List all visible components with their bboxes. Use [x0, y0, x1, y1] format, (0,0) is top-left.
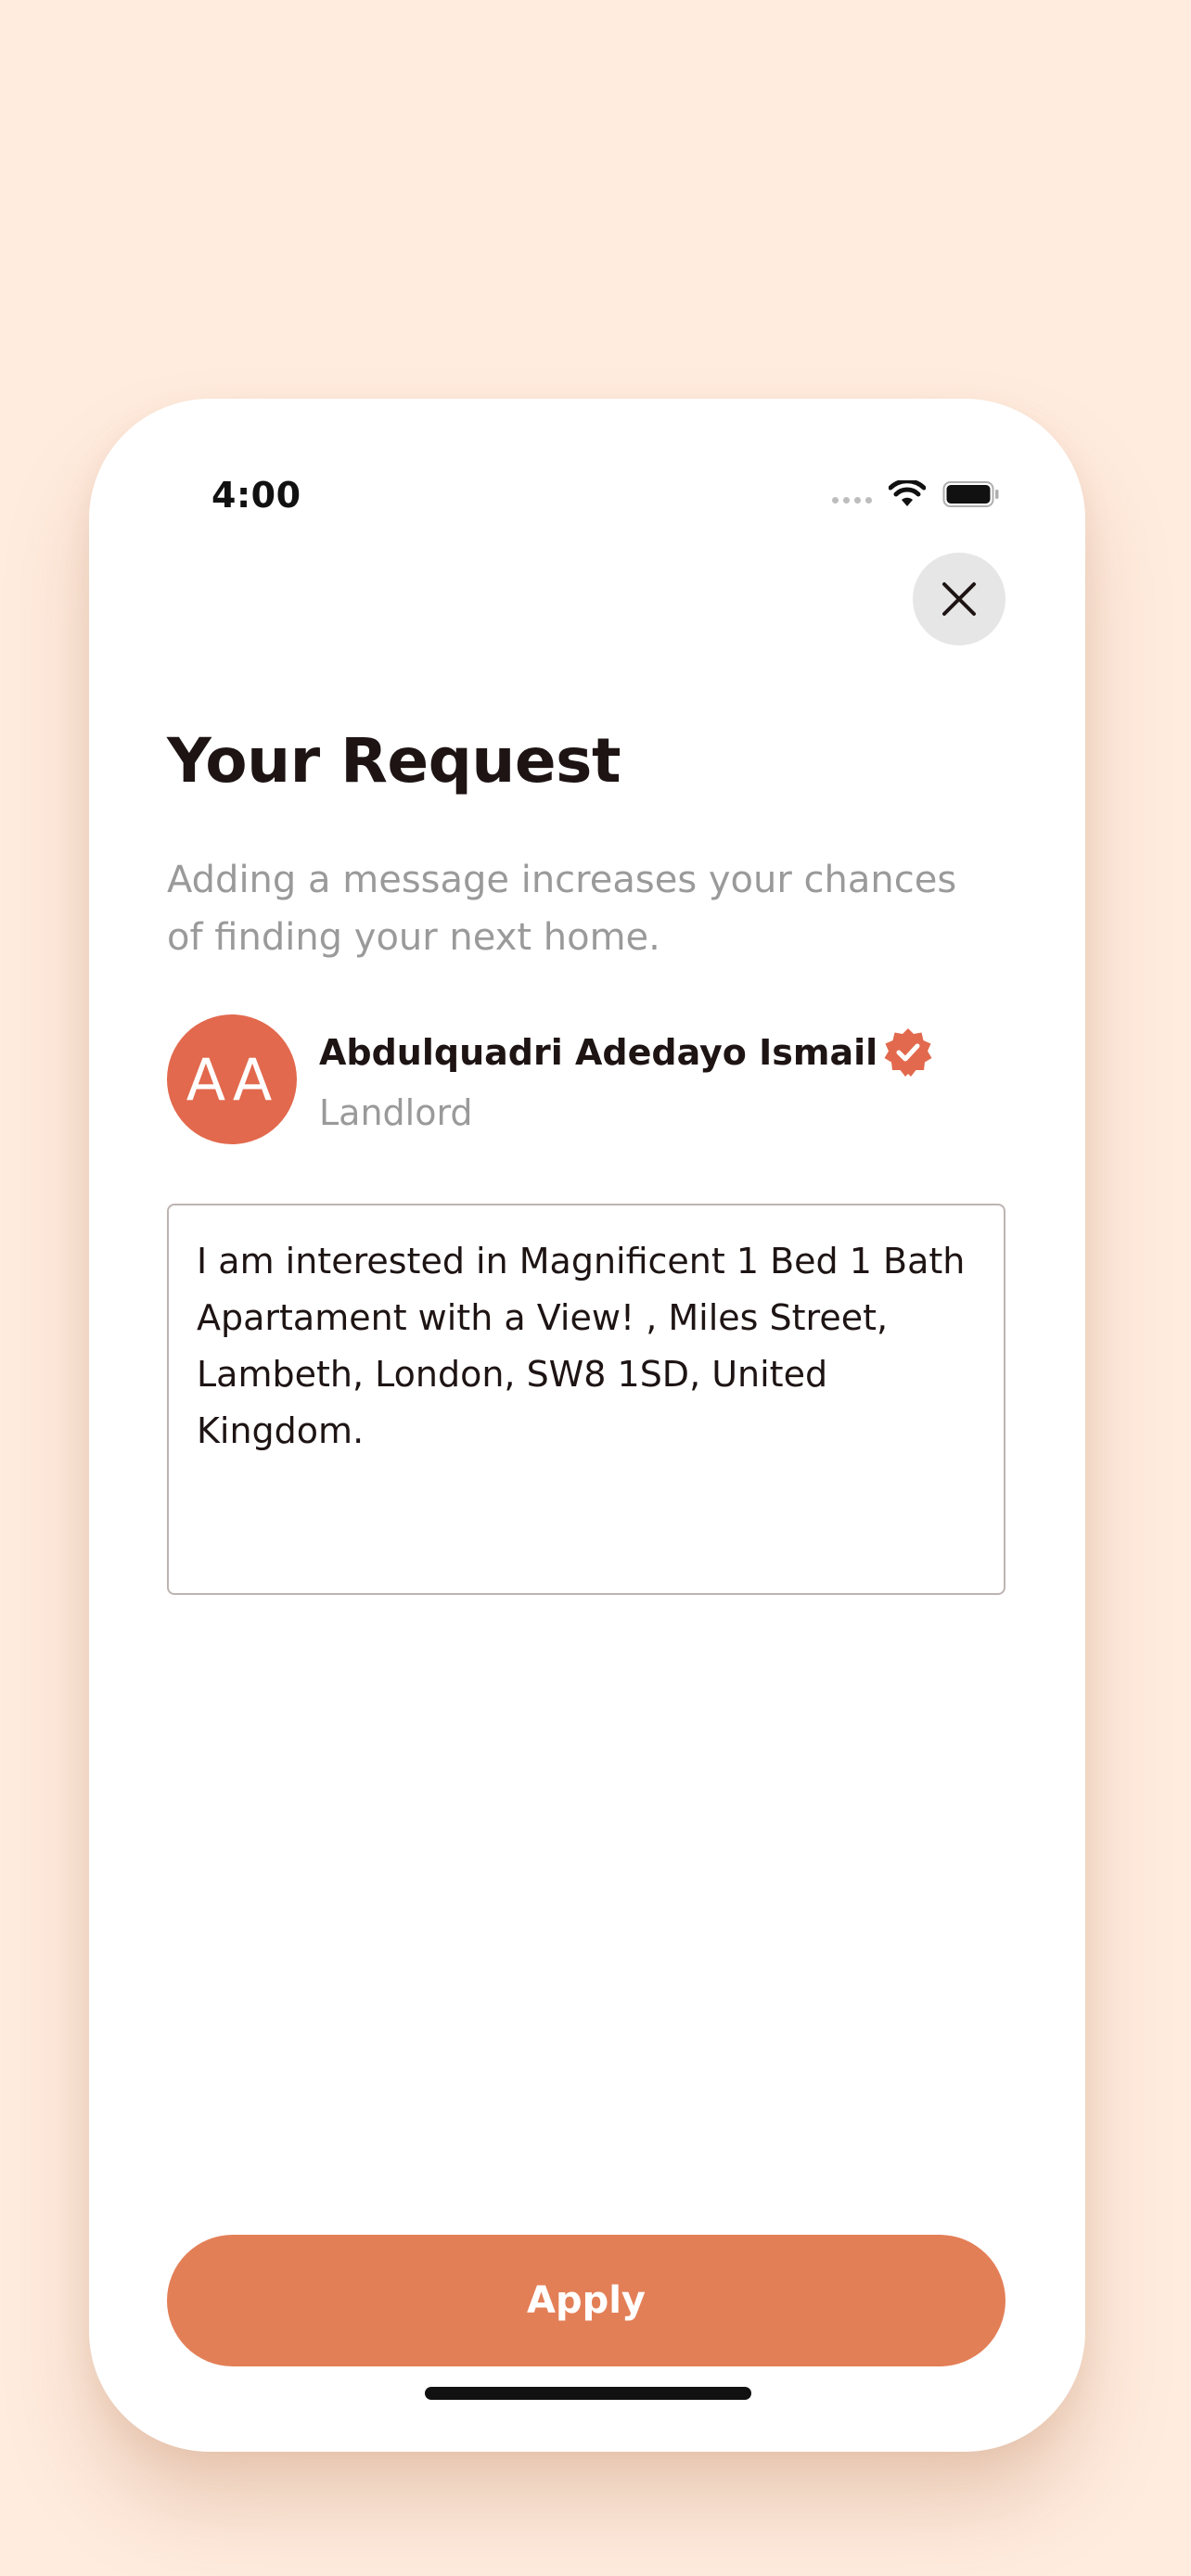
close-icon [942, 582, 976, 616]
verified-badge-icon [881, 1026, 935, 1079]
landlord-name: Abdulquadri Adedayo Ismail [319, 1032, 878, 1073]
wifi-icon [889, 480, 926, 506]
status-icons [832, 480, 1000, 508]
battery-icon [942, 481, 999, 507]
apply-button[interactable]: Apply [167, 2235, 1005, 2366]
status-time: 4:00 [211, 475, 301, 516]
page-subtitle: Adding a message increases your chances … [167, 859, 957, 959]
message-textarea[interactable]: I am interested in Magnificent 1 Bed 1 B… [167, 1204, 1005, 1595]
avatar: AA [167, 1014, 297, 1144]
landlord-info: Abdulquadri Adedayo Ismail Landlord [319, 1026, 935, 1133]
phone-screen: 4:00 Your Request Adding a message incre… [89, 399, 1085, 2452]
landlord-role: Landlord [319, 1092, 473, 1133]
cellular-signal-icon [832, 496, 872, 504]
landlord-card: AA Abdulquadri Adedayo Ismail Landlord [167, 1014, 935, 1144]
landlord-name-line: Abdulquadri Adedayo Ismail [319, 1026, 935, 1079]
close-button[interactable] [913, 553, 1005, 645]
home-indicator[interactable] [425, 2387, 751, 2400]
page-title: Your Request [167, 725, 621, 797]
